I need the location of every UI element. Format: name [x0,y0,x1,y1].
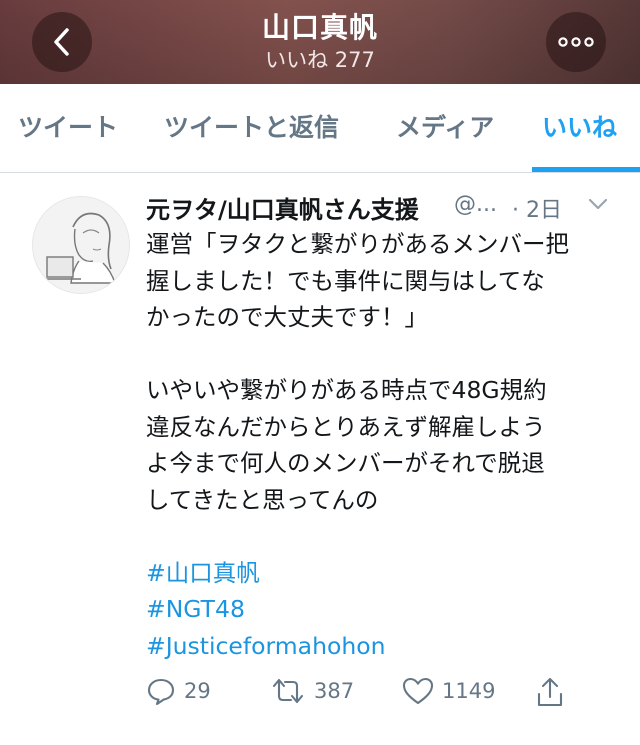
hashtag-link[interactable]: #山口真帆 [146,555,616,592]
avatar[interactable] [32,196,130,294]
like-count: 1149 [442,679,496,703]
chevron-down-icon[interactable] [586,192,610,216]
header-subtitle: いいね 277 [265,48,375,72]
tweet-line: よ今まで何人のメンバーがそれで脱退 [146,449,545,477]
share-button[interactable] [536,676,564,708]
profile-tabs: ツイート ツイートと返信 メディア いいね [0,84,640,173]
reply-icon [147,678,175,706]
tweet-line: 違反なんだからとりあえず解雇しよう [146,412,546,441]
more-dots-icon [558,37,594,47]
reply-button[interactable]: 29 [146,676,211,706]
hashtag-link[interactable]: #Justiceformahohon [146,628,616,665]
tweet-text: 運営「ヲタクと繋がりがあるメンバー把 握しました！でも事件に関与はしてな かった… [146,226,616,664]
tweet-line: してきたと思ってんの [146,485,379,514]
tab-media[interactable]: メディア [396,108,494,144]
retweet-button[interactable]: 387 [270,676,354,706]
reply-count: 29 [184,679,211,703]
avatar-illustration-icon [33,197,129,293]
tab-tweets-and-replies[interactable]: ツイートと返信 [164,108,339,144]
profile-header: 山口真帆 いいね 277 [0,0,640,84]
share-icon [537,677,563,707]
tweet-timestamp[interactable]: · 2日 [512,192,562,224]
tab-tweets[interactable]: ツイート [18,108,118,144]
like-button[interactable]: 1149 [402,676,495,706]
heart-icon [402,677,434,705]
more-button[interactable] [546,12,606,72]
header-title: 山口真帆 [261,11,378,44]
tweet-line: 握しました！でも事件に関与はしてな [146,266,545,295]
tweet-line: いやいや繋がりがある時点で48G規約 [146,376,547,404]
tab-likes[interactable]: いいね [542,108,617,144]
active-tab-indicator [532,167,640,172]
tweet-header: 元ヲタ/山口真帆さん支援 @... · 2日 [146,190,616,226]
hashtag-link[interactable]: #NGT48 [146,591,616,628]
retweet-count: 387 [314,679,355,703]
retweet-icon [272,678,304,704]
tweet-author-name[interactable]: 元ヲタ/山口真帆さん支援 [146,190,419,225]
tweet-line: かったので大丈夫です！」 [146,303,428,331]
tweet-author-handle[interactable]: @... [454,192,497,217]
tweet-actions: 29 387 1149 [146,676,586,716]
tweet-line: 運営「ヲタクと繋がりがあるメンバー把 [146,230,569,258]
